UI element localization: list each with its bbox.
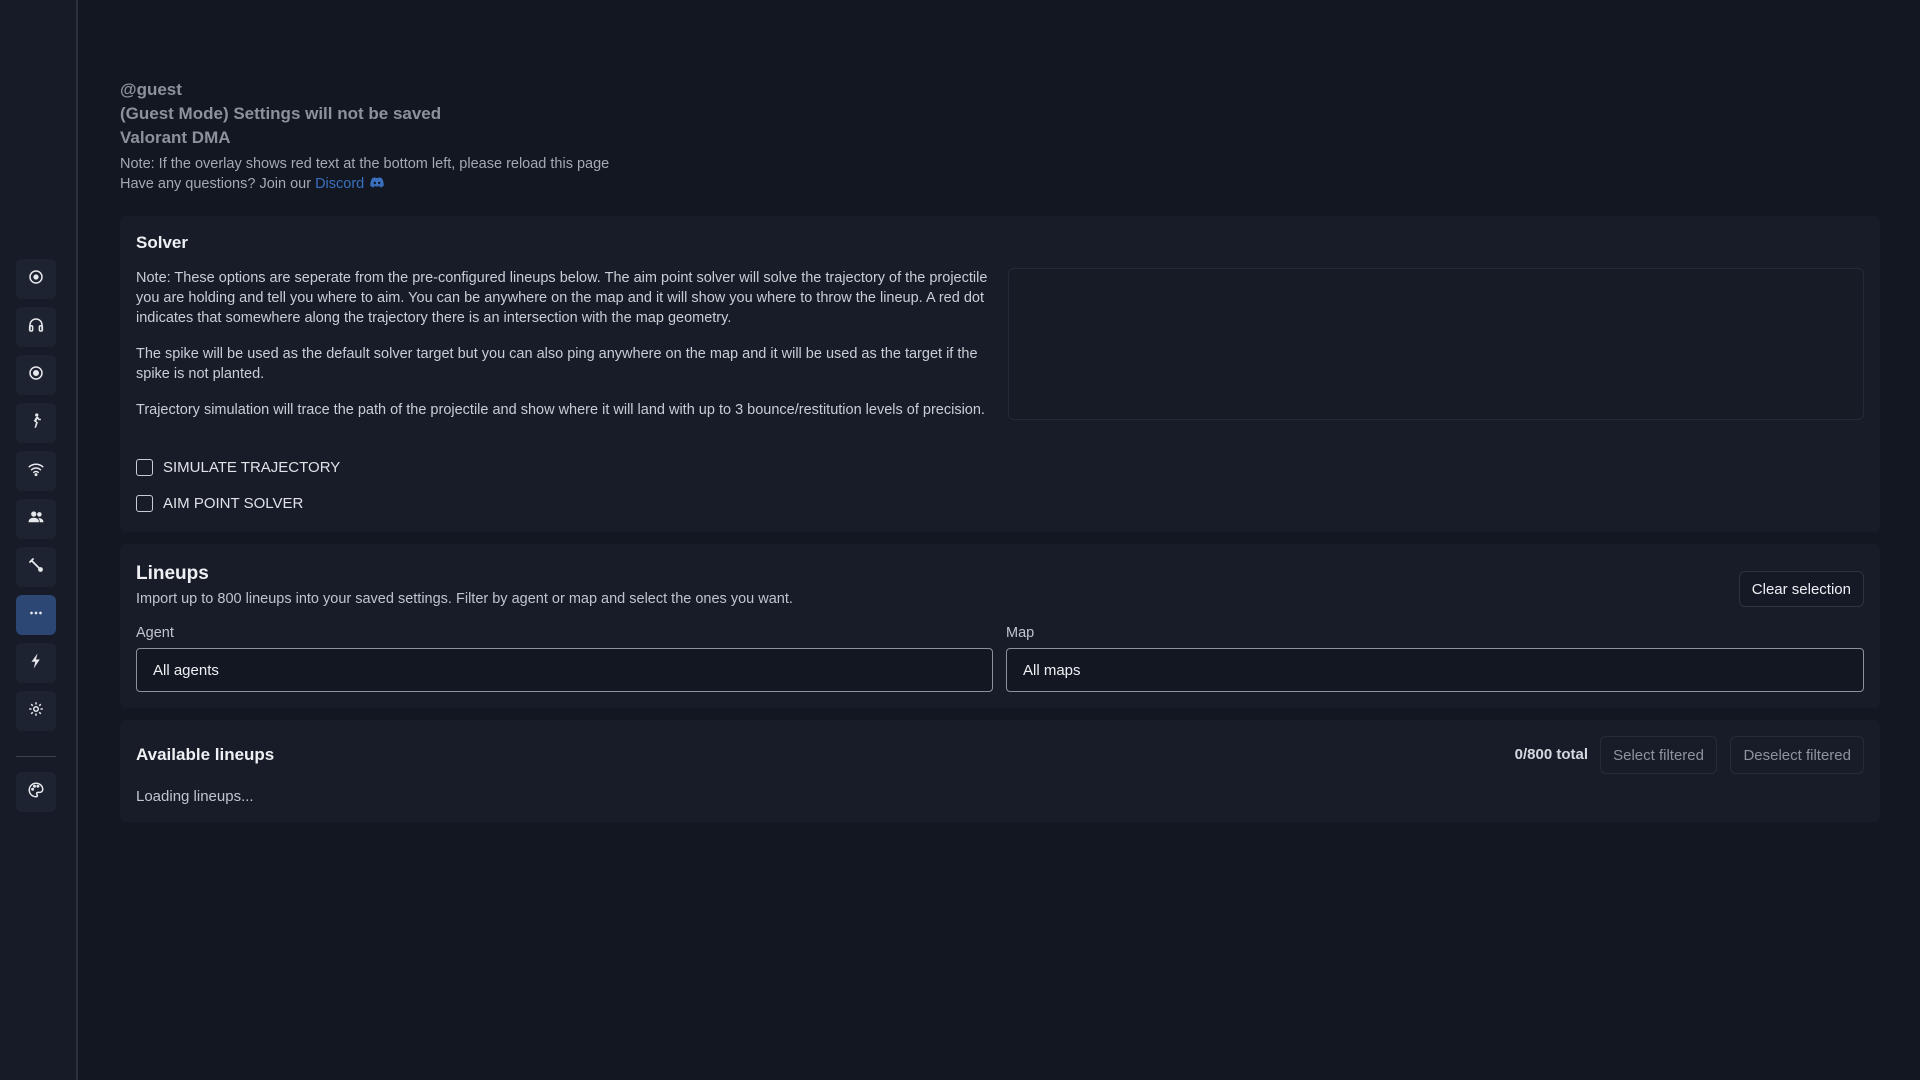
aim-point-solver-checkbox[interactable]: [136, 495, 153, 512]
discord-link[interactable]: Discord: [315, 176, 364, 192]
map-label: Map: [1006, 625, 1035, 641]
nav-more[interactable]: [16, 595, 56, 635]
agent-select[interactable]: All agents: [136, 648, 993, 692]
loading-lineups-text: Loading lineups...: [136, 788, 254, 805]
app-root: @guest (Guest Mode) Settings will not be…: [0, 0, 1920, 1080]
nav-wrench[interactable]: [16, 547, 56, 587]
nav-target[interactable]: [16, 355, 56, 395]
deselect-filtered-button[interactable]: Deselect filtered: [1730, 736, 1864, 774]
solver-note-paragraph: Note: These options are seperate from th…: [136, 270, 988, 326]
running-person-icon: [27, 412, 45, 435]
headphones-icon: [27, 316, 45, 339]
nav-theme[interactable]: [16, 772, 56, 812]
wrench-icon: [27, 556, 45, 579]
more-dots-icon: [27, 604, 45, 627]
target-icon: [27, 364, 45, 387]
nav-wifi[interactable]: [16, 451, 56, 491]
nav-running[interactable]: [16, 403, 56, 443]
aim-point-solver-label: AIM POINT SOLVER: [163, 495, 304, 512]
clear-selection-button[interactable]: Clear selection: [1738, 571, 1864, 607]
solver-title: Solver: [136, 233, 188, 252]
lineups-total-count: 0/800 total: [1514, 746, 1588, 763]
solver-panel: Solver Note: These options are seperate …: [120, 216, 1880, 532]
guest-mode-notice: (Guest Mode) Settings will not be saved: [120, 104, 442, 123]
solver-preview-area: [1008, 268, 1864, 420]
simulate-trajectory-checkbox[interactable]: [136, 459, 153, 476]
gear-icon: [27, 700, 45, 723]
sidebar: [0, 0, 78, 1080]
simulate-trajectory-toggle[interactable]: SIMULATE TRAJECTORY: [136, 459, 340, 476]
nav-headphones[interactable]: [16, 307, 56, 347]
solver-spike-paragraph: The spike will be used as the default so…: [136, 346, 978, 382]
discord-icon: [370, 176, 384, 192]
questions-text: Have any questions? Join our: [120, 176, 312, 192]
nav-lightning[interactable]: [16, 643, 56, 683]
lineups-panel: Lineups Import up to 800 lineups into yo…: [120, 544, 1880, 708]
crosshair-icon: [27, 268, 45, 291]
lineups-title: Lineups: [136, 563, 209, 584]
nav-settings[interactable]: [16, 691, 56, 731]
map-select[interactable]: All maps: [1006, 648, 1864, 692]
simulate-trajectory-label: SIMULATE TRAJECTORY: [163, 459, 341, 476]
available-lineups-title: Available lineups: [136, 745, 275, 764]
agent-label: Agent: [136, 625, 174, 641]
available-lineups-panel: Available lineups 0/800 total Select fil…: [120, 720, 1880, 822]
wifi-icon: [27, 460, 45, 483]
questions-line: Have any questions? Join our Discord: [120, 176, 384, 192]
product-name: Valorant DMA: [120, 128, 231, 147]
lightning-icon: [27, 652, 45, 675]
username: @guest: [120, 80, 182, 99]
solver-trajectory-paragraph: Trajectory simulation will trace the pat…: [136, 402, 985, 418]
solver-description: Note: These options are seperate from th…: [136, 268, 1006, 436]
sidebar-divider: [16, 756, 56, 757]
users-icon: [27, 508, 45, 531]
select-filtered-button[interactable]: Select filtered: [1600, 736, 1717, 774]
reload-note: Note: If the overlay shows red text at t…: [120, 156, 610, 172]
nav-crosshair[interactable]: [16, 259, 56, 299]
aim-point-solver-toggle[interactable]: AIM POINT SOLVER: [136, 495, 303, 512]
palette-icon: [27, 781, 45, 804]
nav-users[interactable]: [16, 499, 56, 539]
lineups-description: Import up to 800 lineups into your saved…: [136, 591, 793, 607]
